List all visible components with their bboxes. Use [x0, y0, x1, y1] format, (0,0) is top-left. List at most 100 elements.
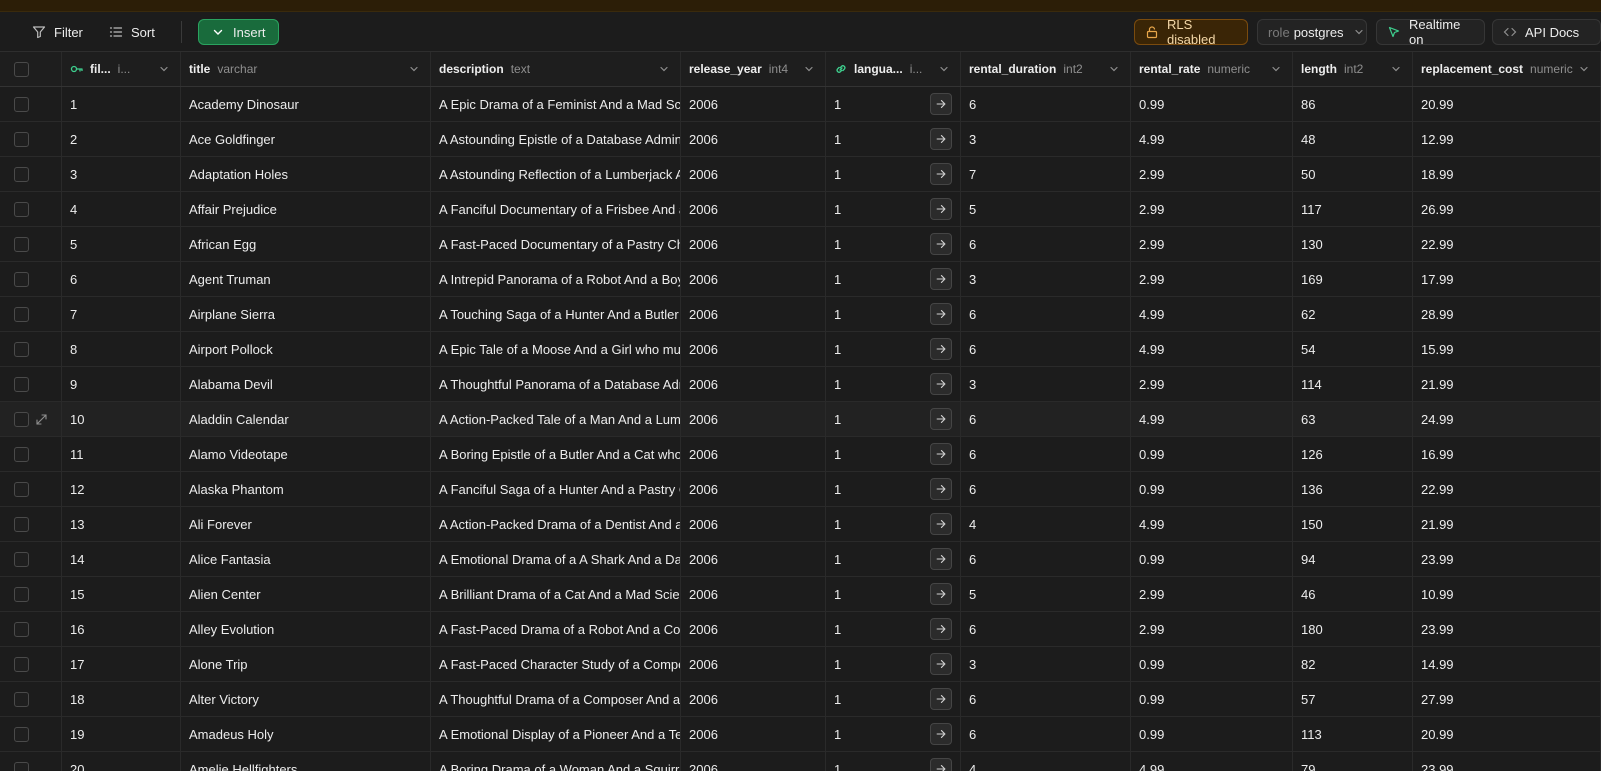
table-cell[interactable]: 180	[1293, 612, 1413, 646]
table-cell[interactable]: 2006	[681, 297, 826, 331]
arrow-right-icon[interactable]	[930, 338, 952, 360]
table-cell[interactable]: 23.99	[1413, 542, 1601, 576]
table-cell[interactable]: 0.99	[1131, 647, 1293, 681]
table-cell[interactable]: Alter Victory	[181, 682, 431, 716]
table-cell[interactable]: 4.99	[1131, 507, 1293, 541]
table-cell[interactable]: 2.99	[1131, 262, 1293, 296]
table-cell[interactable]: A Fast-Paced Drama of a Robot And a Comp…	[431, 612, 681, 646]
realtime-toggle-button[interactable]: Realtime on	[1376, 17, 1485, 47]
table-cell[interactable]: 46	[1293, 577, 1413, 611]
arrow-right-icon[interactable]	[930, 128, 952, 150]
table-cell[interactable]: 2.99	[1131, 157, 1293, 191]
table-cell[interactable]: 1	[826, 752, 961, 771]
table-cell[interactable]: 2006	[681, 717, 826, 751]
table-row[interactable]: 6 Agent Truman A Intrepid Panorama of a Ro…	[0, 262, 1601, 297]
column-header-length[interactable]: length int2	[1293, 52, 1413, 86]
table-cell[interactable]: 3	[961, 647, 1131, 681]
table-cell[interactable]: 0.99	[1131, 472, 1293, 506]
table-cell[interactable]: 79	[1293, 752, 1413, 771]
table-cell[interactable]: 2006	[681, 332, 826, 366]
api-docs-button[interactable]: API Docs	[1492, 19, 1601, 45]
table-cell[interactable]: 1	[826, 542, 961, 576]
table-cell[interactable]: 1	[826, 227, 961, 261]
table-cell[interactable]: 9	[62, 367, 181, 401]
table-cell[interactable]: 6	[961, 472, 1131, 506]
row-checkbox[interactable]	[14, 96, 29, 112]
table-cell[interactable]: 20.99	[1413, 717, 1601, 751]
table-cell[interactable]: 48	[1293, 122, 1413, 156]
table-cell[interactable]: 3	[961, 367, 1131, 401]
table-cell[interactable]: 4.99	[1131, 297, 1293, 331]
table-cell[interactable]: A Astounding Reflection of a Lumberjack …	[431, 157, 681, 191]
arrow-right-icon[interactable]	[930, 548, 952, 570]
table-cell[interactable]: 20	[62, 752, 181, 771]
table-cell[interactable]: 28.99	[1413, 297, 1601, 331]
chevron-down-icon[interactable]	[1270, 63, 1282, 75]
row-checkbox[interactable]	[14, 621, 29, 637]
table-cell[interactable]: 11	[62, 437, 181, 471]
table-cell[interactable]: Agent Truman	[181, 262, 431, 296]
column-header-rental_rate[interactable]: rental_rate numeric	[1131, 52, 1293, 86]
row-checkbox[interactable]	[14, 551, 29, 567]
table-cell[interactable]: 1	[826, 682, 961, 716]
table-cell[interactable]: Amadeus Holy	[181, 717, 431, 751]
table-cell[interactable]: 7	[62, 297, 181, 331]
table-cell[interactable]: Alaska Phantom	[181, 472, 431, 506]
arrow-right-icon[interactable]	[930, 198, 952, 220]
row-checkbox[interactable]	[14, 341, 29, 357]
table-cell[interactable]: 14	[62, 542, 181, 576]
table-cell[interactable]: A Emotional Display of a Pioneer And a T…	[431, 717, 681, 751]
table-row[interactable]: 1 Academy Dinosaur A Epic Drama of a Femin…	[0, 87, 1601, 122]
table-cell[interactable]: 54	[1293, 332, 1413, 366]
arrow-right-icon[interactable]	[930, 653, 952, 675]
table-cell[interactable]: 2.99	[1131, 367, 1293, 401]
arrow-right-icon[interactable]	[930, 373, 952, 395]
filter-button[interactable]: Filter	[22, 19, 93, 45]
table-cell[interactable]: 82	[1293, 647, 1413, 681]
table-cell[interactable]: 4.99	[1131, 752, 1293, 771]
table-cell[interactable]: 113	[1293, 717, 1413, 751]
row-checkbox[interactable]	[14, 376, 29, 392]
table-cell[interactable]: 6	[961, 717, 1131, 751]
table-cell[interactable]: 6	[961, 87, 1131, 121]
table-cell[interactable]: 4	[961, 507, 1131, 541]
table-cell[interactable]: 1	[826, 437, 961, 471]
table-cell[interactable]: 1	[826, 122, 961, 156]
table-cell[interactable]: 6	[961, 682, 1131, 716]
table-cell[interactable]: 94	[1293, 542, 1413, 576]
arrow-right-icon[interactable]	[930, 408, 952, 430]
row-checkbox[interactable]	[14, 516, 29, 532]
table-row[interactable]: 10 Aladdin Calendar A Action-Packed Tale o…	[0, 402, 1601, 437]
table-row[interactable]: 12 Alaska Phantom A Fanciful Saga of a Hun…	[0, 472, 1601, 507]
table-cell[interactable]: 4	[62, 192, 181, 226]
table-cell[interactable]: 0.99	[1131, 682, 1293, 716]
table-cell[interactable]: 4	[961, 752, 1131, 771]
expand-row-icon[interactable]	[35, 413, 48, 426]
table-row[interactable]: 17 Alone Trip A Fast-Paced Character Study…	[0, 647, 1601, 682]
table-cell[interactable]: 0.99	[1131, 717, 1293, 751]
table-cell[interactable]: 18	[62, 682, 181, 716]
table-cell[interactable]: 2006	[681, 402, 826, 436]
table-cell[interactable]: 0.99	[1131, 437, 1293, 471]
table-cell[interactable]: 8	[62, 332, 181, 366]
table-cell[interactable]: 5	[961, 577, 1131, 611]
table-cell[interactable]: 2006	[681, 752, 826, 771]
table-cell[interactable]: 6	[961, 297, 1131, 331]
row-checkbox[interactable]	[14, 586, 29, 602]
table-row[interactable]: 8 Airport Pollock A Epic Tale of a Moose A…	[0, 332, 1601, 367]
arrow-right-icon[interactable]	[930, 478, 952, 500]
table-cell[interactable]: A Thoughtful Panorama of a Database Admi…	[431, 367, 681, 401]
table-cell[interactable]: Academy Dinosaur	[181, 87, 431, 121]
table-cell[interactable]: 1	[826, 507, 961, 541]
row-checkbox[interactable]	[14, 761, 29, 771]
table-cell[interactable]: 1	[826, 262, 961, 296]
table-row[interactable]: 18 Alter Victory A Thoughtful Drama of a C…	[0, 682, 1601, 717]
table-cell[interactable]: 2.99	[1131, 612, 1293, 646]
table-cell[interactable]: 1	[826, 717, 961, 751]
column-header-replacement_cost[interactable]: replacement_cost numeric	[1413, 52, 1601, 86]
table-cell[interactable]: A Astounding Epistle of a Database Admin…	[431, 122, 681, 156]
table-cell[interactable]: 2006	[681, 367, 826, 401]
table-cell[interactable]: 1	[826, 87, 961, 121]
rls-disabled-button[interactable]: RLS disabled	[1134, 17, 1248, 47]
select-all-checkbox[interactable]	[14, 61, 29, 77]
